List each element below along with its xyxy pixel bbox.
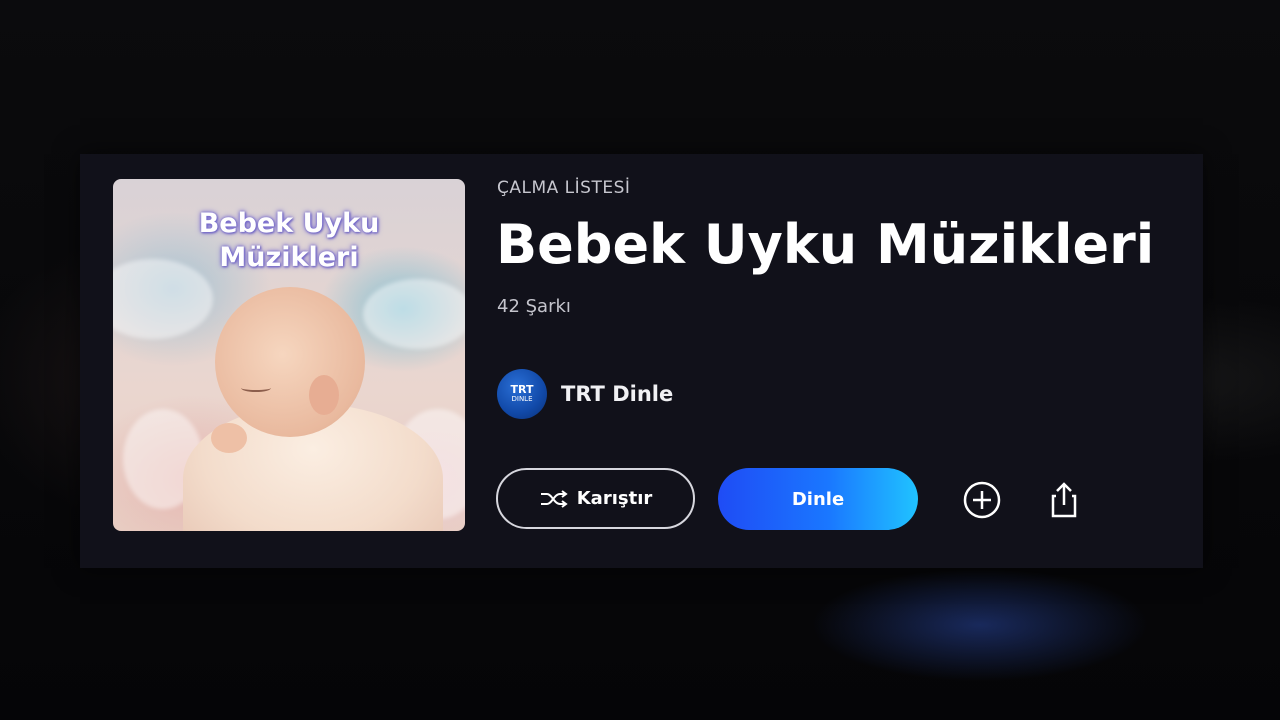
playlist-cover-image: Bebek Uyku Müzikleri [113,179,465,531]
publisher-link[interactable]: TRT DINLE TRT Dinle [497,368,673,420]
add-to-library-button[interactable] [960,478,1004,522]
shuffle-button[interactable]: Karıştır [496,468,695,529]
playlist-header-card: Bebek Uyku Müzikleri ÇALMA LİSTESİ Bebek… [80,154,1203,568]
play-button-label: Dinle [791,488,845,510]
shuffle-button-label: Karıştır [576,488,653,509]
publisher-name: TRT Dinle [561,382,674,406]
playlist-title: Bebek Uyku Müzikleri [496,213,1155,276]
baby-ear [309,375,339,415]
playlist-type-label: ÇALMA LİSTESİ [497,178,631,198]
feather-decoration [363,279,465,349]
plus-circle-icon [963,481,1001,519]
share-button[interactable] [1042,478,1086,522]
shuffle-icon [540,489,568,508]
baby-head [215,287,365,437]
logo-text-top: TRT [510,383,534,396]
baby-hand [211,423,247,453]
play-button[interactable]: Dinle [718,468,918,530]
logo-text-bottom: DINLE [511,395,533,403]
song-count: 42 Şarkı [497,296,571,317]
trt-dinle-logo-icon: TRT DINLE [497,369,547,419]
cover-title-text: Bebek Uyku Müzikleri [198,208,380,273]
share-icon [1051,482,1077,518]
baby-closed-eye [241,384,271,392]
